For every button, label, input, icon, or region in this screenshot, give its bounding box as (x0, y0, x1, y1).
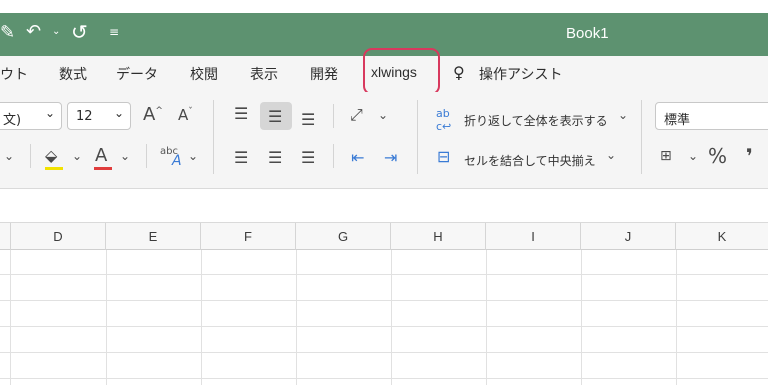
col-line (106, 250, 107, 385)
percent-style-button[interactable]: % (708, 146, 727, 166)
font-size-select[interactable]: 12 ⌄ (67, 102, 131, 130)
col-line (391, 250, 392, 385)
undo-dropdown-icon[interactable]: ⌄ (52, 27, 60, 37)
cell-grid[interactable] (0, 250, 768, 385)
fill-color-swatch (45, 167, 63, 170)
merge-center-icon[interactable]: ⊟ (437, 149, 450, 165)
chevron-down-icon[interactable]: ⌄ (618, 109, 628, 121)
chevron-down-icon[interactable]: ⌄ (606, 149, 616, 161)
ribbon-home: 文) ⌄ 12 ⌄ A^ Aˇ ⌄ ⬙ ⌄ A ⌄ abc A ⌄ ☰ ☰ ☰ … (0, 92, 768, 189)
font-name-value: 文) (3, 113, 22, 128)
increase-font-size-icon[interactable]: A^ (143, 106, 163, 124)
currency-format-icon[interactable]: ⊞ (660, 149, 672, 163)
formula-bar[interactable] (0, 189, 768, 223)
merge-center-button[interactable]: セルを結合して中央揃え (464, 152, 596, 169)
col-line (486, 250, 487, 385)
divider (30, 144, 31, 168)
tab-layout[interactable]: ウト (0, 64, 28, 84)
row-line (0, 326, 768, 327)
col-line (10, 250, 11, 385)
wrap-text-icon[interactable]: ab c↩ (436, 107, 451, 133)
column-header-h[interactable]: H (391, 223, 486, 250)
tab-tell-me[interactable]: 操作アシスト (479, 64, 562, 84)
fill-color-icon[interactable]: ⬙ (45, 148, 57, 164)
column-header-j[interactable]: J (581, 223, 676, 250)
divider (641, 100, 642, 174)
divider (213, 100, 214, 174)
redo-icon[interactable]: ↺ (71, 22, 88, 42)
lightbulb-icon: ♀ (453, 63, 465, 82)
chevron-down-icon[interactable]: ⌄ (120, 150, 130, 162)
chevron-down-icon: ⌄ (113, 106, 124, 120)
customize-icon[interactable]: ≡ (109, 26, 119, 38)
align-top-icon[interactable]: ☰ (234, 106, 248, 122)
divider (10, 223, 11, 250)
col-line (296, 250, 297, 385)
column-header-g[interactable]: G (296, 223, 391, 250)
font-color-swatch (94, 167, 112, 170)
row-line (0, 352, 768, 353)
decrease-indent-icon[interactable]: ⇤ (351, 150, 364, 166)
tab-view[interactable]: 表示 (250, 64, 278, 84)
tab-data[interactable]: データ (116, 64, 158, 84)
column-header-d[interactable]: D (11, 223, 106, 250)
edit-icon[interactable]: ✎ (0, 24, 15, 42)
document-title: Book1 (566, 25, 609, 42)
col-line (581, 250, 582, 385)
column-header-i[interactable]: I (486, 223, 581, 250)
chevron-down-icon[interactable]: ⌄ (378, 109, 388, 121)
col-line (676, 250, 677, 385)
tab-review[interactable]: 校閲 (190, 64, 218, 84)
chevron-down-icon: ⌄ (44, 106, 55, 120)
comma-style-button[interactable]: ❜ (746, 146, 753, 166)
phonetic-a-icon[interactable]: A (172, 154, 182, 168)
divider (333, 144, 334, 168)
chevron-down-icon[interactable]: ⌄ (72, 150, 82, 162)
wrap-text-button[interactable]: 折り返して全体を表示する (464, 112, 608, 129)
column-headers: D E F G H I J K (0, 223, 768, 250)
tab-developer[interactable]: 開発 (310, 64, 338, 84)
column-header-f[interactable]: F (201, 223, 296, 250)
number-format-select[interactable]: 標準 (655, 102, 768, 130)
font-size-value: 12 (76, 109, 93, 124)
tab-xlwings[interactable]: xlwings (371, 64, 417, 80)
font-color-icon[interactable]: A (95, 147, 107, 165)
chevron-down-icon[interactable]: ⌄ (188, 150, 198, 162)
tab-formulas[interactable]: 数式 (59, 64, 87, 84)
col-line (201, 250, 202, 385)
row-line (0, 274, 768, 275)
decrease-font-size-icon[interactable]: Aˇ (178, 108, 193, 123)
column-header-k[interactable]: K (676, 223, 768, 250)
row-line (0, 300, 768, 301)
align-bottom-icon[interactable]: ☰ (301, 112, 315, 128)
font-name-select[interactable]: 文) ⌄ (0, 102, 62, 130)
increase-indent-icon[interactable]: ⇥ (384, 150, 397, 166)
chevron-down-icon[interactable]: ⌄ (688, 150, 698, 162)
align-middle-icon[interactable]: ☰ (268, 109, 282, 125)
align-left-icon[interactable]: ☰ (234, 150, 248, 166)
undo-icon[interactable]: ↶ (26, 23, 41, 41)
align-center-icon[interactable]: ☰ (268, 150, 282, 166)
number-format-value: 標準 (664, 113, 691, 128)
orientation-icon[interactable]: ⤢ (350, 107, 363, 123)
divider (146, 144, 147, 168)
row-line (0, 378, 768, 379)
divider (333, 104, 334, 128)
column-header-e[interactable]: E (106, 223, 201, 250)
chevron-down-icon[interactable]: ⌄ (4, 150, 14, 162)
align-right-icon[interactable]: ☰ (301, 150, 315, 166)
divider (417, 100, 418, 174)
